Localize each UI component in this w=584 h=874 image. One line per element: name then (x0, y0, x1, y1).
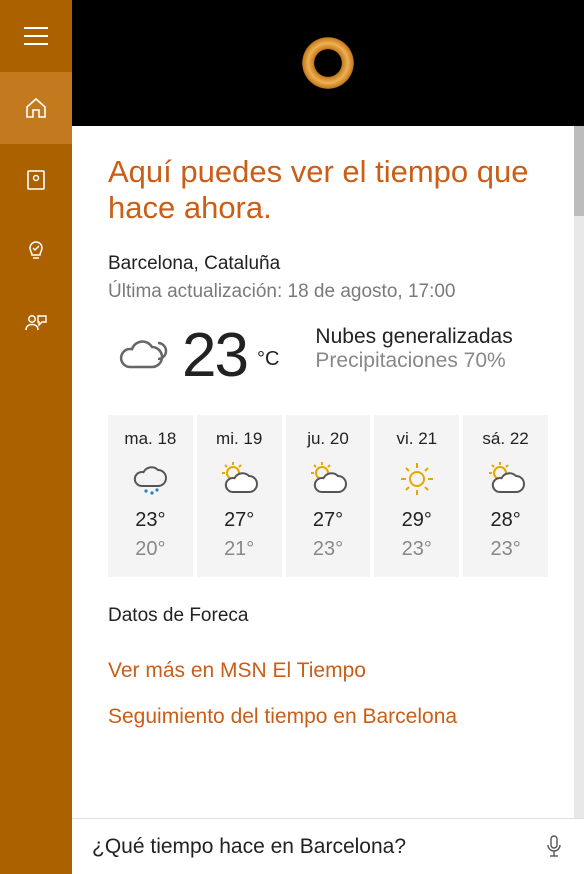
response-heading: Aquí puedes ver el tiempo que hace ahora… (108, 154, 548, 225)
forecast-high: 23° (112, 509, 189, 532)
hamburger-icon (24, 27, 48, 45)
forecast-high: 27° (201, 509, 278, 532)
forecast-day-label: ju. 20 (290, 429, 367, 449)
forecast-high: 27° (290, 509, 367, 532)
feedback-icon (24, 312, 48, 336)
forecast-day-label: sá. 22 (467, 429, 544, 449)
microphone-icon (546, 835, 562, 859)
forecast-day[interactable]: mi. 19 27° 21° (197, 415, 282, 577)
forecast-day[interactable]: ma. 18 23° 20° (108, 415, 193, 577)
forecast-day-label: mi. 19 (201, 429, 278, 449)
rain-icon (112, 459, 189, 499)
search-input[interactable] (92, 835, 540, 859)
link-follow-weather[interactable]: Seguimiento del tiempo en Barcelona (108, 705, 548, 729)
lightbulb-check-icon (25, 240, 47, 264)
scrollbar-thumb[interactable] (574, 126, 584, 216)
forecast-high: 29° (378, 509, 455, 532)
sidebar-notebook-button[interactable] (0, 144, 72, 216)
sidebar-feedback-button[interactable] (0, 288, 72, 360)
forecast-low: 23° (467, 538, 544, 561)
forecast-low: 20° (112, 538, 189, 561)
data-source-text: Datos de Foreca (108, 605, 548, 627)
cloud-icon (108, 333, 172, 379)
forecast-day[interactable]: ju. 20 27° 23° (286, 415, 371, 577)
forecast-low: 23° (378, 538, 455, 561)
forecast-day-label: vi. 21 (378, 429, 455, 449)
precipitation-text: Precipitaciones 70% (315, 349, 512, 373)
scrollbar[interactable] (574, 126, 584, 818)
sidebar-home-button[interactable] (0, 72, 72, 144)
search-bar (72, 818, 584, 874)
cortana-ring-icon (300, 35, 356, 91)
forecast-day-label: ma. 18 (112, 429, 189, 449)
forecast-low: 23° (290, 538, 367, 561)
main-panel: Aquí puedes ver el tiempo que hace ahora… (72, 0, 584, 874)
home-icon (24, 96, 48, 120)
cortana-header (72, 0, 584, 126)
link-msn-weather[interactable]: Ver más en MSN El Tiempo (108, 659, 548, 683)
last-updated-text: Última actualización: 18 de agosto, 17:0… (108, 281, 548, 303)
location-text: Barcelona, Cataluña (108, 253, 548, 275)
sidebar (0, 0, 72, 874)
sun-icon (378, 459, 455, 499)
current-temp: 23 (182, 325, 247, 387)
partly-sunny-icon (467, 459, 544, 499)
microphone-button[interactable] (540, 835, 568, 859)
current-weather: 23 °C Nubes generalizadas Precipitacione… (108, 325, 548, 387)
forecast-day[interactable]: sá. 22 28° 23° (463, 415, 548, 577)
forecast-day[interactable]: vi. 21 29° 23° (374, 415, 459, 577)
forecast-high: 28° (467, 509, 544, 532)
partly-sunny-icon (201, 459, 278, 499)
partly-sunny-icon (290, 459, 367, 499)
temp-unit: °C (257, 348, 279, 371)
forecast-low: 21° (201, 538, 278, 561)
forecast-row: ma. 18 23° 20° mi. 19 27° 21° ju. (108, 415, 548, 577)
hamburger-menu-button[interactable] (0, 0, 72, 72)
sidebar-tips-button[interactable] (0, 216, 72, 288)
notebook-icon (25, 169, 47, 191)
content-area: Aquí puedes ver el tiempo que hace ahora… (72, 126, 584, 818)
condition-text: Nubes generalizadas (315, 325, 512, 349)
